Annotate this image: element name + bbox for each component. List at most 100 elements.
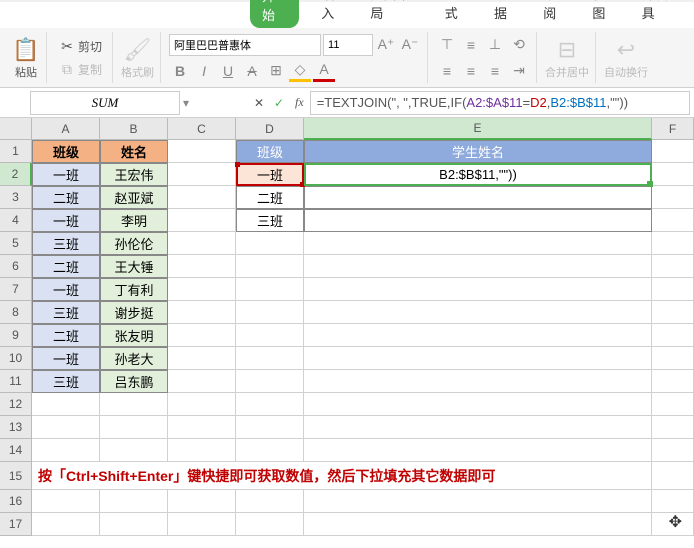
tab-dev[interactable]: 开发工具 xyxy=(640,0,694,28)
row-header[interactable]: 15 xyxy=(0,462,32,490)
cell-a2[interactable]: 一班 xyxy=(32,163,100,186)
row-header[interactable]: 8 xyxy=(0,301,32,324)
wrap-icon[interactable]: ↩ xyxy=(612,36,640,64)
cell-b10[interactable]: 孙老大 xyxy=(100,347,168,370)
tab-page-layout[interactable]: 页面布局 xyxy=(368,0,422,28)
cell-a1[interactable]: 班级 xyxy=(32,140,100,163)
cell-d4[interactable]: 三班 xyxy=(236,209,304,232)
font-name-select[interactable] xyxy=(169,34,321,56)
merge-icon[interactable]: ⊟ xyxy=(553,36,581,64)
format-painter-icon[interactable]: 🖌 xyxy=(124,36,152,64)
cell-b6[interactable]: 王大锤 xyxy=(100,255,168,278)
grow-font-icon[interactable]: A⁺ xyxy=(375,34,397,56)
border-button[interactable]: ⊞ xyxy=(265,60,287,82)
col-header-b[interactable]: B xyxy=(100,118,168,140)
cell-a8[interactable]: 三班 xyxy=(32,301,100,324)
cell-a9[interactable]: 二班 xyxy=(32,324,100,347)
copy-button[interactable]: ⧉复制 xyxy=(55,59,106,80)
indent-icon[interactable]: ⇥ xyxy=(508,60,530,82)
strike-button[interactable]: A xyxy=(241,60,263,82)
row-header[interactable]: 17 xyxy=(0,513,32,536)
row-header[interactable]: 16 xyxy=(0,490,32,513)
col-header-c[interactable]: C xyxy=(168,118,236,140)
row-header[interactable]: 5 xyxy=(0,232,32,255)
row-header[interactable]: 14 xyxy=(0,439,32,462)
cell-b4[interactable]: 李明 xyxy=(100,209,168,232)
row-header[interactable]: 4 xyxy=(0,209,32,232)
bold-button[interactable]: B xyxy=(169,60,191,82)
col-header-f[interactable]: F xyxy=(652,118,694,140)
italic-button[interactable]: I xyxy=(193,60,215,82)
cell-b1[interactable]: 姓名 xyxy=(100,140,168,163)
tab-start[interactable]: 开始 xyxy=(250,0,299,28)
formula-input[interactable]: =TEXTJOIN(", ",TRUE,IF(A2:$A$11=D2,B2:$B… xyxy=(310,91,690,115)
tab-view[interactable]: 视图 xyxy=(590,0,619,28)
instruction-cell[interactable]: 按「Ctrl+Shift+Enter」键快捷即可获取数值，然后下拉填充其它数据即… xyxy=(32,462,652,490)
row-header[interactable]: 1 xyxy=(0,140,32,163)
cell-b11[interactable]: 吕东鹏 xyxy=(100,370,168,393)
cell-b9[interactable]: 张友明 xyxy=(100,324,168,347)
row-header[interactable]: 10 xyxy=(0,347,32,370)
cell-a10[interactable]: 一班 xyxy=(32,347,100,370)
cell-d2[interactable]: 一班 xyxy=(236,163,304,186)
cell-b3[interactable]: 赵亚斌 xyxy=(100,186,168,209)
underline-button[interactable]: U xyxy=(217,60,239,82)
name-box[interactable]: SUM xyxy=(30,91,180,115)
accept-formula-icon[interactable]: ✓ xyxy=(269,96,289,110)
cell-c1[interactable] xyxy=(168,140,236,163)
tab-formula[interactable]: 公式 xyxy=(443,0,472,28)
cell-e2[interactable]: B2:$B$11,"")) xyxy=(304,163,652,186)
cell-d1[interactable]: 班级 xyxy=(236,140,304,163)
cell-b5[interactable]: 孙伦伦 xyxy=(100,232,168,255)
cell-e1[interactable]: 学生姓名 xyxy=(304,140,652,163)
cell-d3[interactable]: 二班 xyxy=(236,186,304,209)
col-header-e[interactable]: E xyxy=(304,118,652,140)
cell-a3[interactable]: 二班 xyxy=(32,186,100,209)
paste-label[interactable]: 粘贴 xyxy=(15,64,37,80)
cell-f3[interactable] xyxy=(652,186,694,209)
shrink-font-icon[interactable]: A⁻ xyxy=(399,34,421,56)
fill-color-button[interactable]: ◇ xyxy=(289,60,311,82)
align-top-icon[interactable]: ⊤ xyxy=(436,34,458,56)
align-left-icon[interactable]: ≡ xyxy=(436,60,458,82)
font-color-button[interactable]: A xyxy=(313,60,335,82)
cell-e3[interactable] xyxy=(304,186,652,209)
align-center-icon[interactable]: ≡ xyxy=(460,60,482,82)
cell-c4[interactable] xyxy=(168,209,236,232)
cut-button[interactable]: ✂剪切 xyxy=(55,36,106,57)
cell-a7[interactable]: 一班 xyxy=(32,278,100,301)
cell-a4[interactable]: 一班 xyxy=(32,209,100,232)
cell-f1[interactable] xyxy=(652,140,694,163)
cell-c3[interactable] xyxy=(168,186,236,209)
font-size-select[interactable] xyxy=(323,34,373,56)
namebox-dropdown-icon[interactable]: ▾ xyxy=(183,96,189,110)
cell-b8[interactable]: 谢步挺 xyxy=(100,301,168,324)
row-header[interactable]: 11 xyxy=(0,370,32,393)
row-header[interactable]: 7 xyxy=(0,278,32,301)
cell-a6[interactable]: 二班 xyxy=(32,255,100,278)
row-header[interactable]: 9 xyxy=(0,324,32,347)
fx-icon[interactable]: fx xyxy=(289,95,310,110)
align-right-icon[interactable]: ≡ xyxy=(484,60,506,82)
cancel-formula-icon[interactable]: ✕ xyxy=(249,96,269,110)
row-header[interactable]: 6 xyxy=(0,255,32,278)
cell-b2[interactable]: 王宏伟 xyxy=(100,163,168,186)
cell-b7[interactable]: 丁有利 xyxy=(100,278,168,301)
paste-icon[interactable]: 📋 xyxy=(12,36,40,64)
cell-a11[interactable]: 三班 xyxy=(32,370,100,393)
cell-c2[interactable] xyxy=(168,163,236,186)
align-middle-icon[interactable]: ≡ xyxy=(460,34,482,56)
row-header[interactable]: 12 xyxy=(0,393,32,416)
cell-f4[interactable] xyxy=(652,209,694,232)
cell-e4[interactable] xyxy=(304,209,652,232)
orientation-icon[interactable]: ⟲ xyxy=(508,34,530,56)
tab-insert[interactable]: 插入 xyxy=(319,0,348,28)
col-header-d[interactable]: D xyxy=(236,118,304,140)
tab-data[interactable]: 数据 xyxy=(492,0,521,28)
row-header[interactable]: 3 xyxy=(0,186,32,209)
col-header-a[interactable]: A xyxy=(32,118,100,140)
cell-f2[interactable] xyxy=(652,163,694,186)
select-all-corner[interactable] xyxy=(0,118,32,140)
row-header[interactable]: 13 xyxy=(0,416,32,439)
row-header[interactable]: 2 xyxy=(0,163,32,186)
